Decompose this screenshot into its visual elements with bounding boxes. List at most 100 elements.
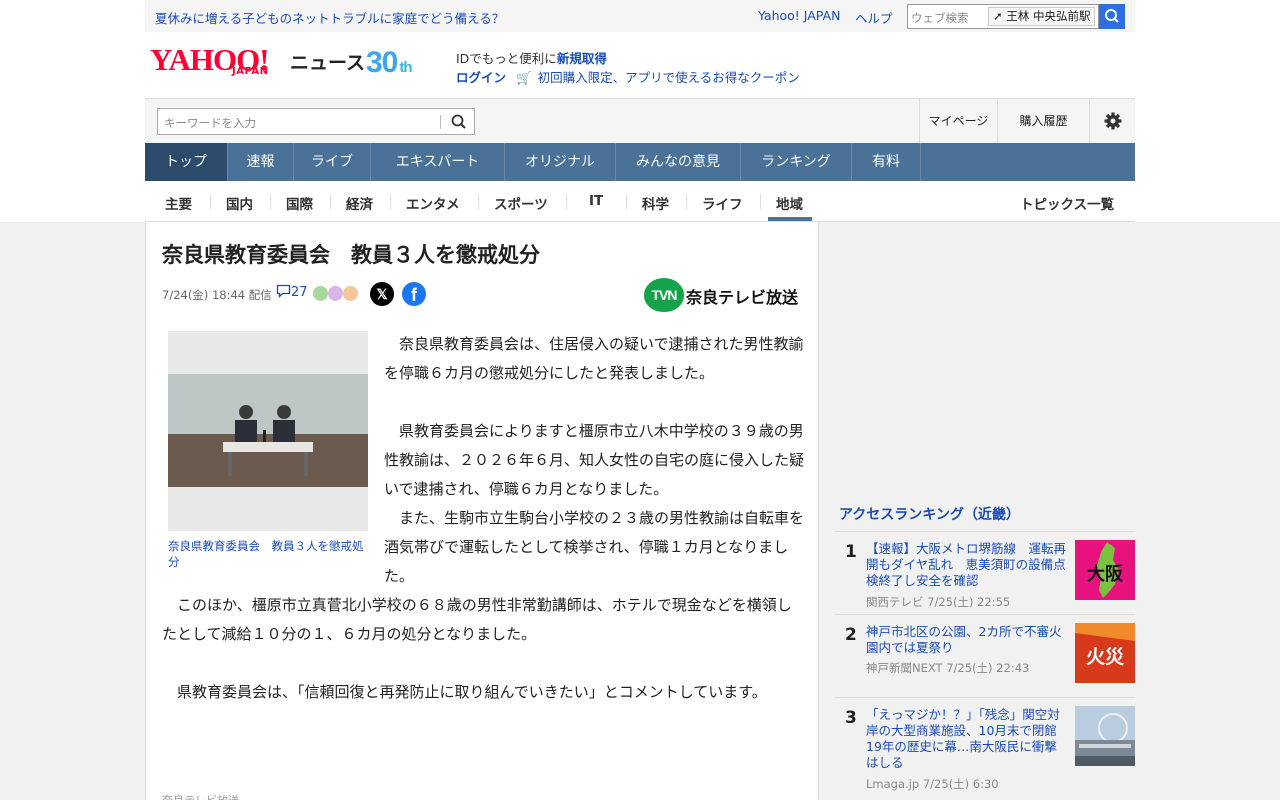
- yahoo-logo[interactable]: YAHOO! JAPAN: [150, 44, 270, 77]
- source-date: 7/25(土) 22:55: [927, 595, 1011, 609]
- cart-icon: 🛒: [516, 70, 532, 85]
- article: 奈良県教育委員会 教員３人を懲戒処分 7/24(金) 18:44 配信 27 𝕏…: [145, 222, 819, 800]
- anniversary-number: 30: [366, 46, 398, 79]
- source-date: 7/25(土) 6:30: [922, 777, 999, 791]
- web-search-placeholder: ウェブ検索: [911, 11, 969, 25]
- ranking-item[interactable]: 1 【速報】大阪メトロ堺筋線 運転再開もダイヤ乱れ 恵美須町の設備点検終了し安全…: [835, 532, 1135, 615]
- gear-icon: [1104, 112, 1121, 130]
- category-sports[interactable]: スポーツ: [494, 193, 548, 213]
- category-local[interactable]: 地域: [776, 193, 803, 213]
- nav-live[interactable]: ライブ: [294, 143, 371, 181]
- ranking-title[interactable]: 神戸市北区の公園、2カ所で不審火 園内では夏祭り: [866, 624, 1074, 656]
- promo-link[interactable]: 夏休みに増える子どものネットトラブルに家庭でどう備える？: [155, 8, 504, 27]
- rank-number: 3: [845, 708, 857, 728]
- id-promo-text: IDでもっと便利に: [456, 51, 557, 66]
- ranking-heading: アクセスランキング（近畿）: [835, 498, 1135, 532]
- web-search-input[interactable]: ウェブ検索 ➚ 王林 中央弘前駅: [907, 4, 1099, 29]
- source-name: Lmaga.jp: [866, 777, 920, 791]
- paragraph: このほか、橿原市立真菅北小学校の６８歳の男性非常勤講師は、ホテルで現金などを横領…: [162, 596, 792, 643]
- nav-paid[interactable]: 有料: [852, 143, 921, 181]
- ranking-thumbnail[interactable]: 火災: [1075, 623, 1135, 683]
- divider: [478, 194, 479, 209]
- anniversary-badge: 30th: [366, 46, 413, 80]
- id-promo: IDでもっと便利に新規取得: [456, 48, 607, 67]
- category-life[interactable]: ライフ: [702, 193, 743, 213]
- ranking-thumbnail[interactable]: [1075, 706, 1135, 766]
- logo-subtext: JAPAN: [232, 66, 269, 77]
- divider: [566, 194, 567, 209]
- keyword-placeholder: キーワードを入力: [164, 116, 256, 130]
- nav-ranking[interactable]: ランキング: [741, 143, 852, 181]
- facebook-logo-icon: f: [411, 285, 417, 305]
- category-economy[interactable]: 経済: [346, 193, 373, 213]
- keyword-search-input[interactable]: キーワードを入力: [157, 108, 475, 135]
- source-name: 関西テレビ: [866, 595, 924, 609]
- location-chip[interactable]: ➚ 王林 中央弘前駅: [988, 7, 1096, 26]
- register-link[interactable]: 新規取得: [557, 51, 607, 66]
- tvn-logo-icon: TVN: [644, 278, 684, 312]
- category-domestic[interactable]: 国内: [226, 193, 253, 213]
- comment-count: 27: [291, 285, 308, 300]
- topics-list-link[interactable]: トピックス一覧: [1020, 193, 1114, 213]
- nav-opinions[interactable]: みんなの意見: [616, 143, 741, 181]
- think-reaction-icon: [343, 286, 358, 301]
- learn-reaction-icon: [313, 286, 328, 301]
- source-name: 奈良テレビ放送: [686, 288, 799, 307]
- divider: [626, 194, 627, 209]
- divider: [390, 194, 391, 209]
- search-divider: [440, 115, 441, 129]
- anniversary-suffix: th: [399, 59, 412, 76]
- x-logo-icon: 𝕏: [376, 286, 388, 302]
- category-nav: 主要 国内 国際 経済 エンタメ スポーツ IT 科学 ライフ 地域 トピックス…: [145, 181, 1135, 222]
- category-it[interactable]: IT: [589, 193, 603, 209]
- x-share-button[interactable]: 𝕏: [370, 282, 394, 306]
- facebook-share-button[interactable]: f: [402, 282, 426, 306]
- comment-icon: [276, 284, 291, 299]
- ranking-source: 関西テレビ 7/25(土) 22:55: [866, 594, 1010, 610]
- source-name: 神戸新聞NEXT: [866, 661, 943, 675]
- divider: [760, 194, 761, 209]
- access-ranking: アクセスランキング（近畿） 1 【速報】大阪メトロ堺筋線 運転再開もダイヤ乱れ …: [835, 498, 1135, 791]
- purchase-history-link[interactable]: 購入履歴: [997, 99, 1089, 144]
- mypage-link[interactable]: マイページ: [919, 99, 997, 144]
- category-world[interactable]: 国際: [286, 193, 313, 213]
- fire-graphic-image: 火災: [1075, 623, 1135, 683]
- login-link[interactable]: ログイン: [456, 70, 506, 85]
- yahoo-japan-link[interactable]: Yahoo! JAPAN: [758, 8, 840, 23]
- nav-original[interactable]: オリジナル: [505, 143, 616, 181]
- news-logo[interactable]: ニュース: [290, 48, 365, 75]
- settings-button[interactable]: [1089, 99, 1135, 144]
- search-icon: [1105, 9, 1119, 23]
- article-photo[interactable]: [168, 331, 368, 531]
- ranking-source: 神戸新聞NEXT 7/25(土) 22:43: [866, 660, 1029, 676]
- ranking-item[interactable]: 2 神戸市北区の公園、2カ所で不審火 園内では夏祭り 神戸新聞NEXT 7/25…: [835, 615, 1135, 698]
- article-meta: 7/24(金) 18:44 配信: [162, 287, 272, 303]
- category-entertainment[interactable]: エンタメ: [406, 193, 460, 213]
- nav-breaking[interactable]: 速報: [228, 143, 294, 181]
- thumbnail-label: 火災: [1086, 646, 1125, 668]
- comments-link[interactable]: 27: [276, 284, 308, 300]
- nav-top[interactable]: トップ: [145, 143, 228, 181]
- ranking-title[interactable]: 【速報】大阪メトロ堺筋線 運転再開もダイヤ乱れ 恵美須町の設備点検終了し安全を確…: [866, 541, 1066, 589]
- divider: [330, 194, 331, 209]
- utility-bar: 夏休みに増える子どものネットトラブルに家庭でどう備える？ Yahoo! JAPA…: [145, 0, 1135, 32]
- ranking-thumbnail[interactable]: 大阪: [1075, 540, 1135, 600]
- photo-caption[interactable]: 奈良県教育委員会 教員３人を懲戒処分: [168, 538, 368, 570]
- global-nav: トップ 速報 ライブ エキスパート オリジナル みんなの意見 ランキング 有料: [145, 143, 1135, 181]
- category-main[interactable]: 主要: [165, 193, 192, 213]
- category-science[interactable]: 科学: [642, 193, 669, 213]
- ranking-item[interactable]: 3 「えっマジか！？」「残念」関空対岸の大型商業施設、10月末で閉館 19年の歴…: [835, 698, 1135, 791]
- divider: [686, 194, 687, 209]
- coupon-link[interactable]: 初回購入限定、アプリで使えるお得なクーポン: [538, 70, 800, 85]
- thumbnail-label: 大阪: [1087, 563, 1124, 585]
- search-icon[interactable]: [450, 113, 468, 135]
- rank-number: 1: [845, 542, 857, 562]
- article-title: 奈良県教育委員会 教員３人を懲戒処分: [162, 243, 540, 267]
- nav-expert[interactable]: エキスパート: [371, 143, 505, 181]
- web-search-button[interactable]: [1099, 4, 1125, 29]
- publish-date: 7/24(金) 18:44: [162, 288, 246, 302]
- ranking-title[interactable]: 「えっマジか！？」「残念」関空対岸の大型商業施設、10月末で閉館 19年の歴史に…: [866, 707, 1069, 771]
- location-label: 王林 中央弘前駅: [1006, 9, 1091, 23]
- help-link[interactable]: ヘルプ: [855, 8, 893, 27]
